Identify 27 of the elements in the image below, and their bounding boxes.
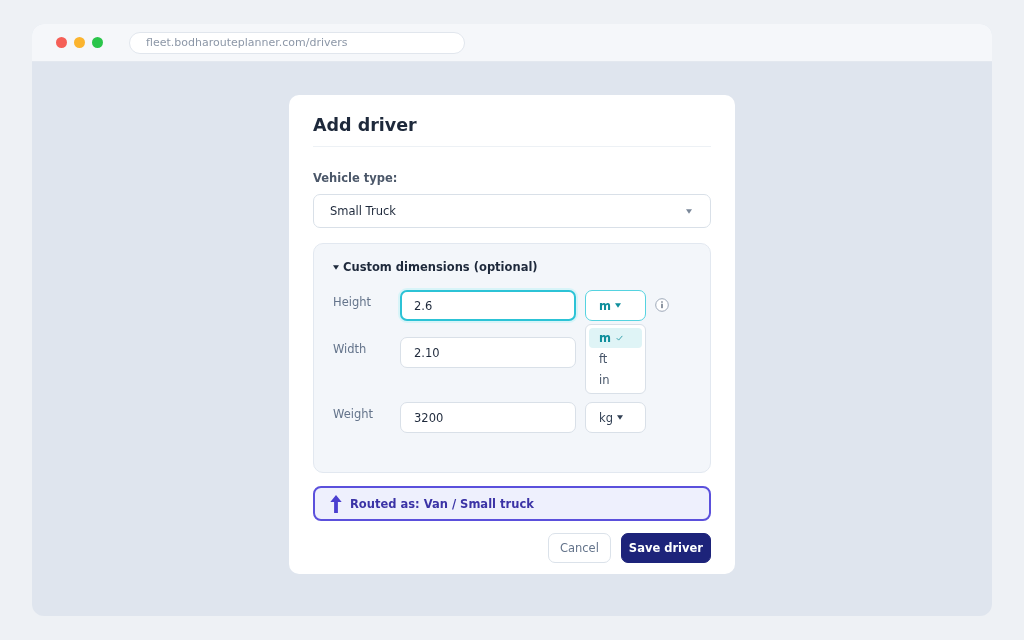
custom-dimensions-toggle[interactable]: Custom dimensions (optional) [333,258,538,276]
unit-option[interactable]: ft [589,349,642,369]
save-button[interactable]: Save driver [620,533,711,563]
zoom-window-icon[interactable] [92,37,103,48]
vehicle-type-select[interactable]: Small Truck [313,194,711,228]
field-label: Height [333,294,372,310]
caret-icon [686,208,692,214]
dimension-input[interactable]: 2.10 [400,337,576,368]
info-icon[interactable] [655,298,669,312]
arrow-up-icon [330,494,342,513]
unit-select[interactable]: kg [585,402,646,433]
routing-text: Routed as: Van / Small truck [350,496,534,511]
field-label: Weight [333,406,375,422]
caret-icon [333,264,339,270]
check-icon [616,335,623,341]
caret-icon [615,303,621,308]
cancel-button[interactable]: Cancel [547,533,611,563]
minimize-window-icon[interactable] [74,37,85,48]
dimension-input[interactable]: 2.6 [400,290,576,321]
close-window-icon[interactable] [56,37,67,48]
dialog-title: Add driver [313,114,418,137]
unit-select[interactable]: m [585,290,646,321]
caret-icon [616,415,623,420]
vehicle-type-label: Vehicle type: [313,170,399,186]
field-label: Width [333,341,368,357]
unit-option[interactable]: in [589,370,642,390]
dimension-input[interactable]: 3200 [400,402,576,433]
